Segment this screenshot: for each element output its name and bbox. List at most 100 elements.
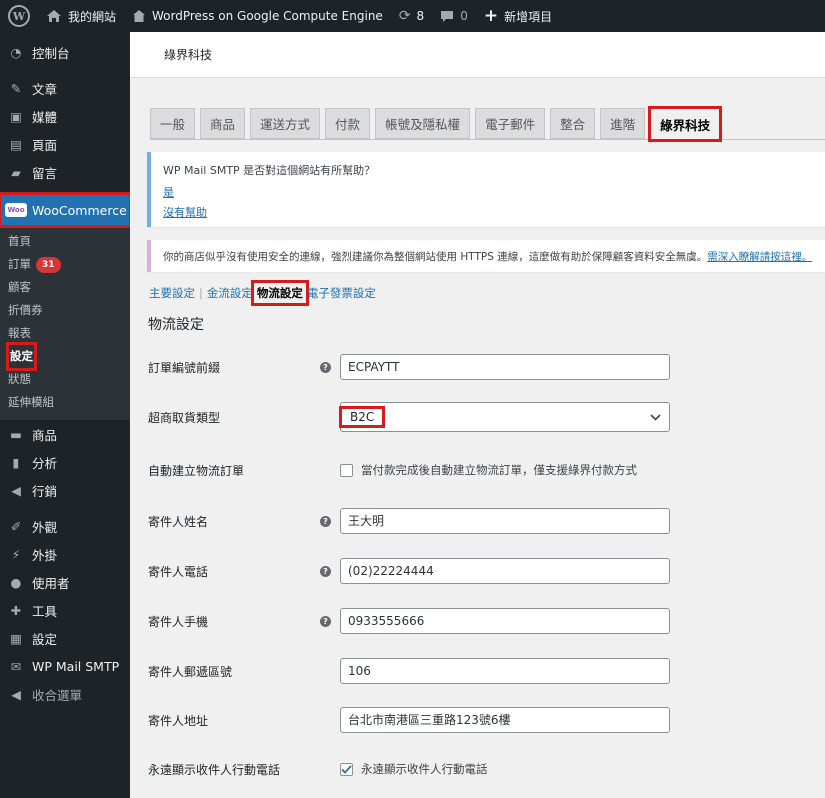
wp-logo-menu[interactable]: W <box>0 0 38 32</box>
menu-products[interactable]: ▬ 商品 <box>0 420 130 448</box>
submenu-home[interactable]: 首頁 <box>0 230 130 253</box>
admin-sidebar: ◔ 控制台 ✎ 文章 ▣ 媒體 ▤ 頁面 ▰ 留言 Woo WooCommerc… <box>0 32 132 798</box>
site-name-menu[interactable]: 我的網站 <box>38 0 124 32</box>
sender-address-input[interactable]: 台北市南港區三重路123號6樓 <box>340 707 670 733</box>
sender-name-input[interactable]: 王大明 <box>340 508 670 534</box>
help-icon[interactable]: ? <box>320 615 331 627</box>
page-name-menu[interactable]: WordPress on Google Compute Engine <box>124 0 391 32</box>
woo-logo: Woo <box>5 203 27 217</box>
sender-zip-input[interactable]: 106 <box>340 658 670 684</box>
submenu-status[interactable]: 狀態 <box>0 368 130 391</box>
section-main-settings[interactable]: 主要設定 <box>149 285 195 301</box>
bar-chart-icon: ▮ <box>12 454 20 470</box>
menu-analytics[interactable]: ▮ 分析 <box>0 448 130 476</box>
sender-mobile-input[interactable]: 0933555666 <box>340 608 670 634</box>
menu-media[interactable]: ▣ 媒體 <box>0 102 130 130</box>
menu-marketing[interactable]: ◀ 行銷 <box>0 476 130 504</box>
order-prefix-input[interactable]: ECPAYTT <box>340 354 670 380</box>
sender-phone-input[interactable]: (02)22224444 <box>340 558 670 584</box>
section-nav: 主要設定 | 金流設定 物流設定 電子發票設定 <box>149 280 376 306</box>
always-show-phone-option: 永遠顯示收件人行動電話 <box>340 761 488 777</box>
tab-general[interactable]: 一般 <box>150 108 196 139</box>
admin-bar: W 我的網站 WordPress on Google Compute Engin… <box>0 0 825 32</box>
updates-menu[interactable]: ⟳ 8 <box>391 0 432 32</box>
menu-pages[interactable]: ▤ 頁面 <box>0 130 130 158</box>
submenu-coupons[interactable]: 折價券 <box>0 299 130 322</box>
section-invoice-settings[interactable]: 電子發票設定 <box>307 285 376 301</box>
row-sender-address: 寄件人地址 台北市南港區三重路123號6樓 <box>148 705 825 735</box>
menu-posts[interactable]: ✎ 文章 <box>0 74 130 102</box>
tab-payments[interactable]: 付款 <box>325 108 371 139</box>
row-always-show-phone: 永遠顯示收件人行動電話 永遠顯示收件人行動電話 <box>148 754 825 784</box>
field-label: 永遠顯示收件人行動電話 <box>148 762 281 777</box>
cvs-type-select[interactable]: B2C <box>339 402 670 432</box>
company-name: 綠界科技 <box>164 48 213 62</box>
section-logistics-settings[interactable]: 物流設定 <box>250 280 309 306</box>
submenu-orders[interactable]: 訂單 31 <box>0 253 130 276</box>
tab-products[interactable]: 商品 <box>200 108 246 139</box>
menu-tools[interactable]: ✚ 工具 <box>0 596 130 624</box>
row-auto-order: 自動建立物流訂單 當付款完成後自動建立物流訂單，僅支援綠界付款方式 <box>148 455 825 485</box>
menu-label: 留言 <box>32 165 58 181</box>
page-name: WordPress on Google Compute Engine <box>152 9 383 23</box>
tab-shipping[interactable]: 運送方式 <box>250 108 321 139</box>
learn-more-link[interactable]: 需深入瞭解請按這裡。 <box>707 251 812 263</box>
mail-icon: ✉ <box>10 658 22 674</box>
menu-users[interactable]: ● 使用者 <box>0 568 130 596</box>
menu-comments[interactable]: ▰ 留言 <box>0 158 130 186</box>
https-warning-notice: 你的商店似乎沒有使用安全的連線，強烈建議你為整個網站使用 HTTPS 連線，這麼… <box>147 240 825 272</box>
site-name: 我的網站 <box>68 9 117 24</box>
menu-label: 外觀 <box>32 519 58 535</box>
tab-emails[interactable]: 電子郵件 <box>475 108 546 139</box>
tab-advanced[interactable]: 進階 <box>600 108 646 139</box>
auto-order-checkbox[interactable] <box>340 463 353 477</box>
help-icon[interactable]: ? <box>320 361 331 373</box>
site-header: 綠界科技 <box>130 32 825 78</box>
tab-integration[interactable]: 整合 <box>550 108 596 139</box>
tab-ecpay[interactable]: 綠界科技 <box>648 106 723 142</box>
new-item-label: 新增項目 <box>504 9 553 24</box>
help-icon[interactable]: ? <box>320 515 331 527</box>
menu-label: 使用者 <box>32 575 70 591</box>
menu-label: 行銷 <box>32 483 58 499</box>
row-sender-phone: 寄件人電話 ? (02)22224444 <box>148 556 825 586</box>
comments-count: 0 <box>460 9 468 23</box>
menu-label: 頁面 <box>32 137 58 153</box>
always-show-phone-checkbox[interactable] <box>340 762 353 776</box>
woocommerce-submenu: 首頁 訂單 31 顧客 折價券 報表 設定 狀態 延伸模組 <box>0 226 130 420</box>
submenu-settings[interactable]: 設定 <box>0 342 130 371</box>
menu-collapse[interactable]: ◀ 收合選單 <box>0 680 130 708</box>
field-label: 超商取貨類型 <box>148 410 221 425</box>
auto-order-option: 當付款完成後自動建立物流訂單，僅支援綠界付款方式 <box>340 462 637 478</box>
menu-woocommerce[interactable]: Woo WooCommerce <box>0 192 132 228</box>
comments-menu[interactable]: 0 <box>432 0 476 32</box>
feedback-no-link[interactable]: 沒有幫助 <box>163 204 825 220</box>
megaphone-icon: ◀ <box>11 482 21 498</box>
separator: | <box>199 286 203 300</box>
menu-settings[interactable]: ▦ 設定 <box>0 624 130 652</box>
smtp-feedback-notice: WP Mail SMTP 是否對這個網站有所幫助？ 是 沒有幫助 <box>147 152 825 227</box>
settings-icon: ▦ <box>10 630 22 646</box>
menu-label: 工具 <box>32 603 58 619</box>
row-sender-name: 寄件人姓名 ? 王大明 <box>148 506 825 536</box>
menu-dashboard[interactable]: ◔ 控制台 <box>0 38 130 66</box>
settings-tabs: 一般 商品 運送方式 付款 帳號及隱私權 電子郵件 整合 進階 綠界科技 <box>150 106 825 142</box>
user-icon: ● <box>10 574 22 590</box>
help-icon[interactable]: ? <box>320 565 331 577</box>
feedback-yes-link[interactable]: 是 <box>163 184 825 200</box>
menu-appearance[interactable]: ✐ 外觀 <box>0 512 130 540</box>
tab-accounts-privacy[interactable]: 帳號及隱私權 <box>375 108 471 139</box>
comment-icon: ▰ <box>11 164 21 180</box>
submenu-extensions[interactable]: 延伸模組 <box>0 391 130 414</box>
submenu-reports[interactable]: 報表 <box>0 322 130 345</box>
field-label: 寄件人手機 <box>148 614 209 629</box>
submenu-customers[interactable]: 顧客 <box>0 276 130 299</box>
submenu-label: 設定 <box>6 342 37 371</box>
menu-plugins[interactable]: ⚡ 外掛 <box>0 540 130 568</box>
house-icon <box>132 9 146 23</box>
comment-icon <box>440 10 454 23</box>
new-content-menu[interactable]: + 新增項目 <box>476 0 560 32</box>
section-payment-settings[interactable]: 金流設定 <box>207 285 253 301</box>
menu-wp-mail-smtp[interactable]: ✉ WP Mail SMTP <box>0 652 130 680</box>
orders-count-badge: 31 <box>36 256 61 273</box>
